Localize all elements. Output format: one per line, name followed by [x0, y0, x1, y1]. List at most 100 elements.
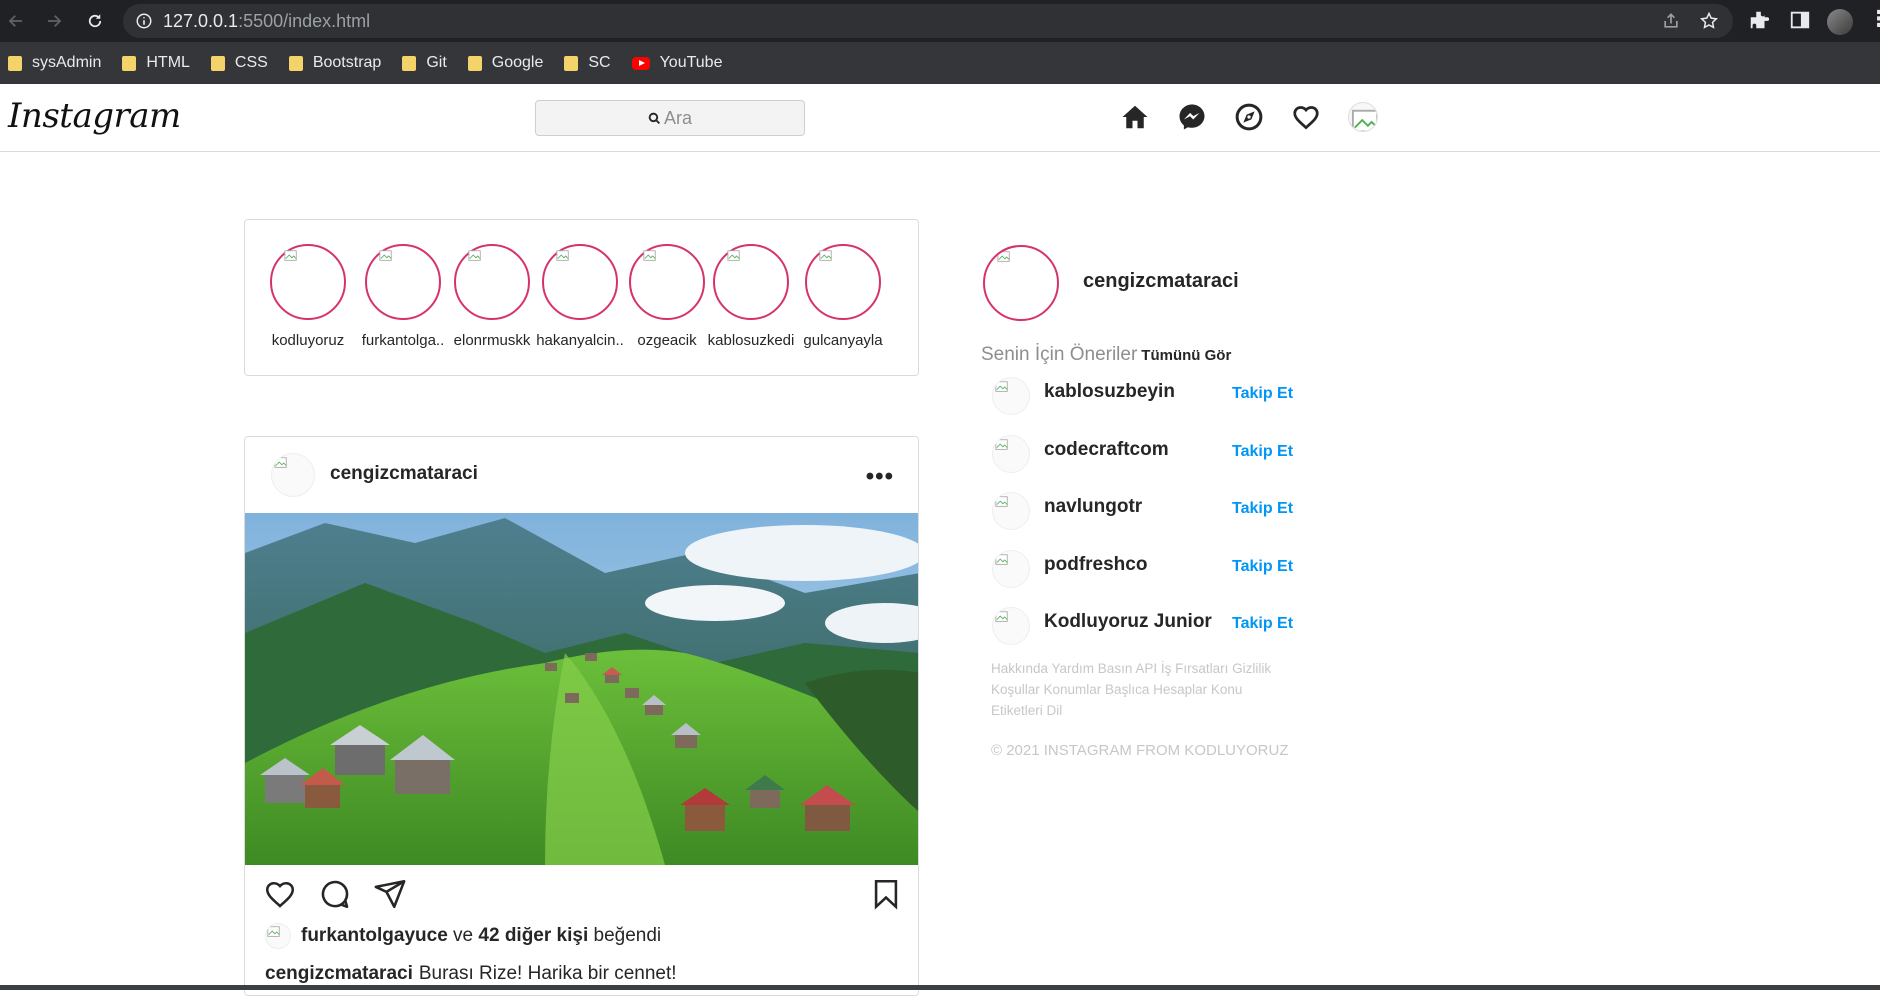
broken-image-icon — [995, 496, 1008, 507]
bookmark-git[interactable]: Git — [402, 54, 447, 72]
arrow-left-icon — [8, 15, 22, 27]
star-icon[interactable] — [1699, 11, 1719, 31]
suggestions-title: Senin İçin Öneriler — [981, 344, 1138, 365]
suggestion-item: podfreshco Takip Et — [992, 550, 1312, 590]
mountain-landscape-photo — [245, 513, 918, 865]
bookmarks-bar: sysAdmin HTML CSS Bootstrap Git Google S… — [0, 42, 1880, 84]
current-user-avatar[interactable] — [983, 245, 1059, 321]
story-item[interactable]: hakanyalcin.. — [535, 244, 625, 349]
more-options-icon[interactable]: ••• — [866, 463, 894, 491]
story-item[interactable]: gulcanyayla — [798, 244, 888, 349]
suggestion-avatar[interactable] — [992, 607, 1030, 645]
story-avatar — [270, 244, 346, 320]
bookmark-sysadmin[interactable]: sysAdmin — [8, 54, 101, 72]
suggestion-avatar[interactable] — [992, 377, 1030, 415]
broken-image-icon — [995, 381, 1008, 392]
post-author-avatar[interactable] — [271, 453, 315, 497]
story-item[interactable]: elonrmuskk — [447, 244, 537, 349]
follow-button[interactable]: Takip Et — [1232, 443, 1293, 461]
explore-icon[interactable] — [1234, 102, 1264, 132]
suggestion-avatar[interactable] — [992, 550, 1030, 588]
broken-image-icon — [379, 250, 392, 261]
search-input[interactable]: Ara — [535, 100, 805, 136]
bookmark-bootstrap[interactable]: Bootstrap — [288, 54, 381, 72]
heart-icon[interactable] — [1291, 102, 1321, 132]
share-icon[interactable] — [1661, 11, 1681, 31]
home-icon[interactable] — [1120, 102, 1150, 132]
messenger-icon[interactable] — [1177, 102, 1207, 132]
suggestion-name[interactable]: Kodluyoruz Junior — [1044, 611, 1212, 633]
post-author-name[interactable]: cengizcmataraci — [330, 463, 478, 485]
broken-image-icon — [995, 554, 1008, 565]
follow-button[interactable]: Takip Et — [1232, 615, 1293, 633]
see-all-link[interactable]: Tümünü Gör — [1141, 347, 1231, 364]
suggestion-avatar[interactable] — [992, 435, 1030, 473]
liker-name[interactable]: furkantolgayuce — [301, 925, 448, 947]
story-avatar — [542, 244, 618, 320]
folder-icon — [288, 55, 303, 71]
comment-icon[interactable] — [318, 877, 352, 911]
post-caption: cengizcmataraci Burası Rize! Harika bir c… — [265, 963, 677, 985]
suggestion-item: navlungotr Takip Et — [992, 492, 1312, 532]
story-item[interactable]: ozgeacik — [622, 244, 712, 349]
suggestion-name[interactable]: kablosuzbeyin — [1044, 381, 1175, 403]
instagram-logo[interactable]: Instagram — [8, 96, 181, 136]
post-card: cengizcmataraci ••• furkantolgayuce ve 4… — [244, 436, 919, 996]
back-button[interactable] — [4, 9, 28, 33]
side-panel-icon[interactable] — [1789, 9, 1811, 31]
profile-avatar[interactable] — [1348, 102, 1378, 132]
suggestion-name[interactable]: podfreshco — [1044, 554, 1147, 576]
suggestion-item: kablosuzbeyin Takip Et — [992, 377, 1312, 417]
story-username: hakanyalcin.. — [536, 332, 624, 349]
copyright-text: © 2021 INSTAGRAM FROM KODLUYORUZ — [991, 742, 1289, 759]
post-actions — [263, 877, 903, 913]
liked-others[interactable]: 42 diğer kişi — [478, 925, 588, 947]
story-item[interactable]: furkantolga.. — [358, 244, 448, 349]
story-avatar — [365, 244, 441, 320]
current-user-name[interactable]: cengizcmataraci — [1083, 270, 1239, 293]
instagram-header: Instagram Ara — [0, 84, 1880, 152]
liked-suffix: beğendi — [593, 925, 662, 946]
url-path: :5500/index.html — [238, 10, 371, 31]
suggestion-avatar[interactable] — [992, 492, 1030, 530]
url-host: 127.0.0.1 — [163, 10, 239, 31]
suggestion-item: codecraftcom Takip Et — [992, 435, 1312, 475]
broken-image-icon — [1351, 109, 1377, 131]
liker-avatar — [265, 923, 291, 949]
info-icon — [136, 13, 152, 29]
address-bar[interactable]: 127.0.0.1:5500/index.html — [123, 4, 1733, 38]
like-icon[interactable] — [263, 877, 297, 911]
broken-image-icon — [267, 926, 280, 937]
follow-button[interactable]: Takip Et — [1232, 558, 1293, 576]
extensions-icon[interactable] — [1748, 9, 1770, 31]
follow-button[interactable]: Takip Et — [1232, 385, 1293, 403]
follow-button[interactable]: Takip Et — [1232, 500, 1293, 518]
broken-image-icon — [995, 439, 1008, 450]
caption-text: Burası Rize! Harika bir cennet! — [418, 963, 677, 984]
story-avatar — [629, 244, 705, 320]
bookmark-sc[interactable]: SC — [564, 54, 611, 72]
story-item[interactable]: kodluyoruz — [263, 244, 353, 349]
bookmark-google[interactable]: Google — [467, 54, 543, 72]
folder-icon — [8, 55, 22, 71]
story-username: ozgeacik — [637, 332, 697, 349]
broken-image-icon — [995, 611, 1008, 622]
suggestions-header: Senin İçin Öneriler Tümünü Gör — [981, 344, 1231, 366]
suggestion-name[interactable]: codecraftcom — [1044, 439, 1169, 461]
broken-image-icon — [643, 250, 656, 261]
bookmark-youtube[interactable]: YouTube — [631, 54, 722, 72]
share-icon[interactable] — [373, 877, 407, 911]
bookmark-icon[interactable] — [869, 877, 903, 911]
liked-and: ve — [453, 925, 474, 946]
menu-icon[interactable]: ⋮ — [1868, 8, 1880, 30]
footer-links[interactable]: Hakkında Yardım Basın API İş Fırsatları … — [991, 658, 1281, 721]
forward-button[interactable] — [42, 9, 66, 33]
bookmark-css[interactable]: CSS — [210, 54, 268, 72]
suggestion-name[interactable]: navlungotr — [1044, 496, 1142, 518]
caption-username[interactable]: cengizcmataraci — [265, 963, 413, 984]
story-item[interactable]: kablosuzkedi — [706, 244, 796, 349]
post-image[interactable] — [245, 513, 918, 865]
profile-avatar[interactable] — [1827, 9, 1853, 35]
reload-button[interactable] — [83, 9, 107, 33]
bookmark-html[interactable]: HTML — [122, 54, 190, 72]
